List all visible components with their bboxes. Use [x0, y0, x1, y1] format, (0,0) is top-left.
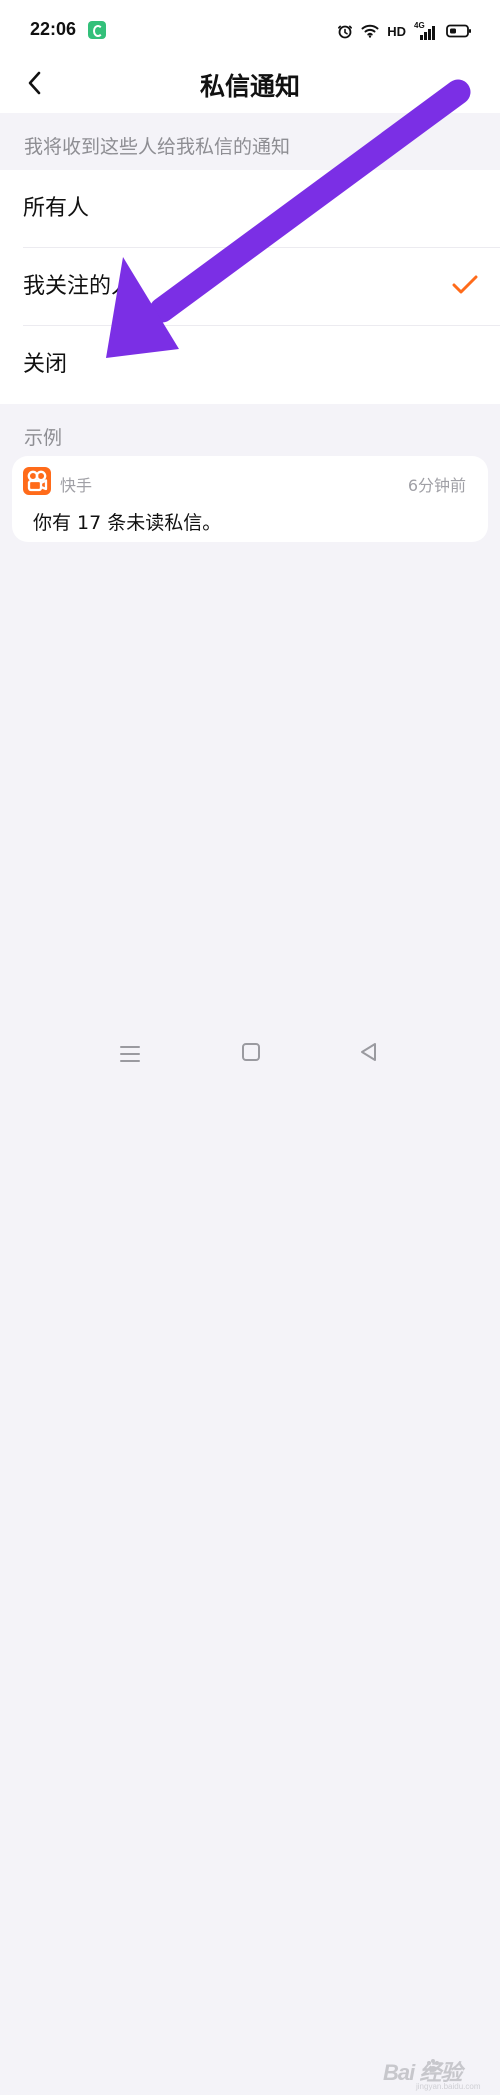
signal-strength-icon: 4G: [414, 21, 438, 40]
option-following[interactable]: 我关注的人: [0, 248, 500, 326]
kuaishou-logo-icon: [27, 470, 48, 492]
example-notification-card: 快手 6分钟前 你有 17 条未读私信。: [12, 456, 488, 542]
example-section-caption: 示例: [24, 427, 63, 449]
page-title: 私信通知: [199, 72, 300, 101]
baidu-jingyan-watermark: Bai 经验 jingyan.baidu.com: [383, 2055, 491, 2095]
status-icons: HD 4G: [337, 20, 472, 42]
hd-indicator: HD: [387, 23, 406, 39]
example-message: 你有 17 条未读私信。: [33, 512, 222, 534]
notification-app-badge-icon: [88, 21, 106, 39]
system-navigation-bar: Bai 经验 jingyan.baidu.com: [0, 1024, 500, 2091]
status-time: 22:06: [30, 19, 77, 39]
paw-icon: [427, 2059, 439, 2072]
option-label: 我关注的人: [23, 274, 134, 299]
purple-arrow-annotation: [106, 79, 471, 358]
checkmark-icon: [452, 275, 478, 294]
status-bar: 22:06 HD 4G: [0, 0, 500, 60]
back-triangle-icon[interactable]: [357, 1040, 381, 1064]
option-label: 关闭: [23, 352, 68, 377]
watermark-url: jingyan.baidu.com: [416, 2082, 481, 2091]
example-app-name: 快手: [60, 476, 93, 495]
option-off[interactable]: 关闭: [0, 326, 500, 404]
signal-bars-icon: [420, 24, 435, 40]
alarm-icon: [338, 25, 353, 39]
notification-section-caption: 我将收到这些人给我私信的通知: [24, 136, 291, 158]
option-all-people[interactable]: 所有人: [0, 170, 500, 248]
kuaishou-app-icon: [23, 467, 51, 495]
option-label: 所有人: [23, 196, 90, 221]
example-time: 6分钟前: [407, 476, 466, 495]
page-header: 私信通知: [0, 60, 500, 113]
notification-option-list: 所有人 我关注的人 关闭: [0, 170, 500, 404]
menu-icon[interactable]: [118, 1042, 142, 1066]
wifi-icon: [361, 24, 379, 38]
battery-icon: [446, 24, 471, 38]
home-square-icon[interactable]: [240, 1041, 262, 1063]
